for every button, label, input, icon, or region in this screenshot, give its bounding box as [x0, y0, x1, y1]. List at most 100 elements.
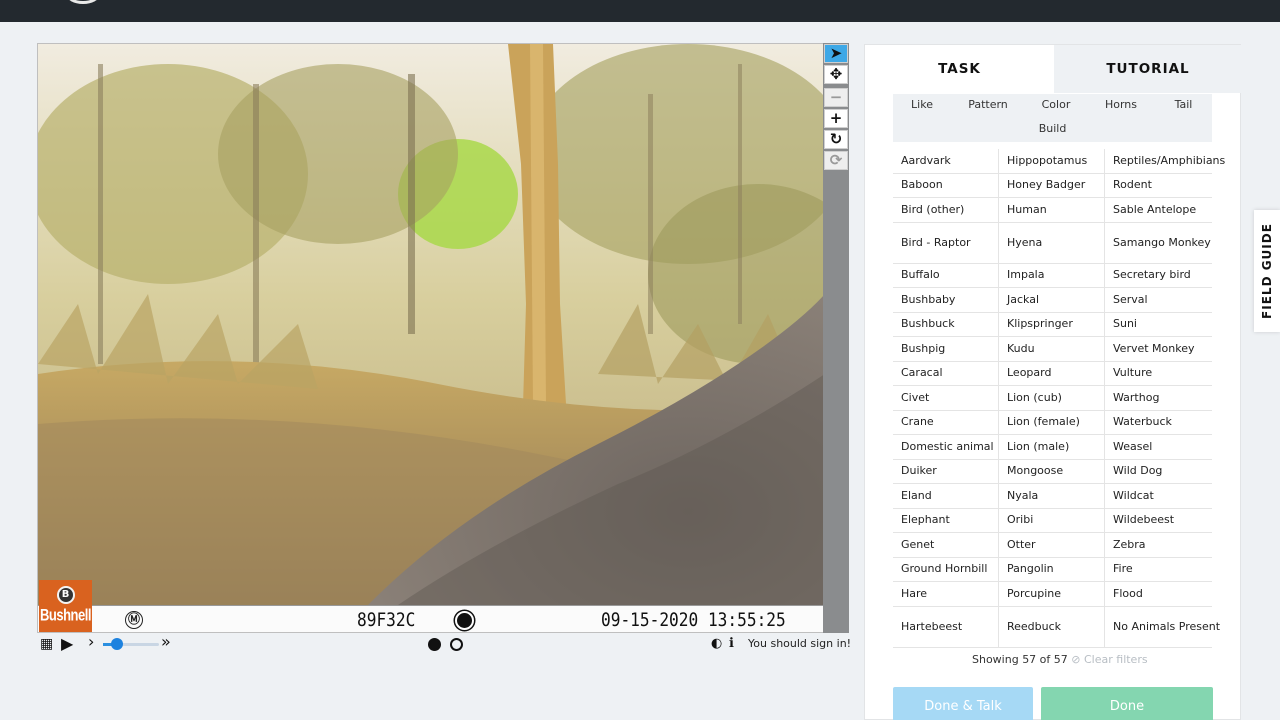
slow-speed-icon[interactable]: ›: [88, 634, 94, 650]
choice-row: Buffalo Impala Secretary bird: [893, 263, 1212, 288]
filter-build[interactable]: Build: [893, 118, 1212, 142]
pointer-icon: ➤: [829, 44, 843, 62]
species-choice[interactable]: Nyala: [999, 484, 1105, 508]
done-button[interactable]: Done: [1041, 687, 1213, 720]
fast-speed-icon[interactable]: »: [161, 634, 171, 650]
rotate-button[interactable]: ↻: [824, 130, 848, 149]
species-choice[interactable]: Bushpig: [893, 337, 999, 361]
camera-brand-logo: B Bushnell: [39, 580, 92, 632]
species-choice[interactable]: Aardvark: [893, 149, 999, 173]
camera-trap-photo: [38, 44, 823, 605]
camera-id: 89F32C: [357, 609, 416, 631]
species-choice[interactable]: Rodent: [1105, 174, 1225, 198]
camera-timestamp: 09-15-2020 13:55:25: [601, 609, 786, 631]
pointer-tool-button[interactable]: ➤: [824, 44, 848, 63]
species-choice[interactable]: Human: [999, 198, 1105, 222]
species-choice[interactable]: Sable Antelope: [1105, 198, 1225, 222]
species-choice[interactable]: Samango Monkey: [1105, 223, 1225, 263]
playback-controls: ▦ ▶ › » ◐ ℹ You should sign in!: [37, 633, 852, 655]
species-choice[interactable]: Leopard: [999, 361, 1105, 385]
reset-icon: ⟳: [829, 151, 843, 169]
species-choice[interactable]: Elephant: [893, 508, 999, 532]
species-choice[interactable]: Baboon: [893, 173, 999, 197]
species-choice[interactable]: Domestic animal: [893, 435, 999, 459]
species-choice[interactable]: Waterbuck: [1105, 411, 1225, 435]
info-icon[interactable]: ℹ: [729, 636, 734, 652]
species-choice[interactable]: Fire: [1105, 558, 1225, 582]
species-choice[interactable]: Hippopotamus: [999, 149, 1105, 173]
move-icon: ✥: [829, 65, 843, 83]
species-choice[interactable]: Wildebeest: [1105, 509, 1225, 533]
speed-slider-handle[interactable]: [111, 638, 123, 650]
species-choice[interactable]: Duiker: [893, 459, 999, 483]
reset-button[interactable]: ⟳: [824, 151, 848, 170]
species-choice[interactable]: Serval: [1105, 288, 1225, 312]
species-choice[interactable]: Jackal: [999, 288, 1105, 312]
species-choice[interactable]: Hyena: [999, 222, 1105, 263]
species-choice[interactable]: Klipspringer: [999, 312, 1105, 336]
species-choice[interactable]: Buffalo: [893, 263, 999, 287]
site-logo[interactable]: [66, 0, 100, 4]
choice-row: Bushpig Kudu Vervet Monkey: [893, 337, 1212, 362]
species-choice[interactable]: Lion (female): [999, 410, 1105, 434]
species-choice[interactable]: Bushbuck: [893, 312, 999, 336]
choice-row: Bushbuck Klipspringer Suni: [893, 312, 1212, 337]
species-choice[interactable]: Lion (male): [999, 435, 1105, 459]
play-icon[interactable]: ▶: [61, 636, 73, 652]
species-choice[interactable]: Hartebeest: [893, 606, 999, 647]
species-choice[interactable]: No Animals Present: [1105, 607, 1225, 647]
species-choice[interactable]: Hare: [893, 582, 999, 606]
filter-color[interactable]: Color: [1025, 94, 1087, 118]
species-choice[interactable]: Weasel: [1105, 435, 1225, 459]
clear-filters-link[interactable]: ⊘ Clear filters: [1071, 653, 1147, 666]
move-tool-button[interactable]: ✥: [824, 65, 848, 84]
filter-like[interactable]: Like: [893, 94, 951, 118]
species-choice[interactable]: Oribi: [999, 508, 1105, 532]
species-choice[interactable]: Lion (cub): [999, 386, 1105, 410]
species-choice[interactable]: Genet: [893, 533, 999, 557]
species-choice[interactable]: Kudu: [999, 337, 1105, 361]
species-choice[interactable]: Civet: [893, 386, 999, 410]
species-choice[interactable]: Zebra: [1105, 533, 1225, 557]
species-choice[interactable]: Secretary bird: [1105, 264, 1225, 288]
species-choice[interactable]: Warthog: [1105, 386, 1225, 410]
species-choice[interactable]: Wild Dog: [1105, 460, 1225, 484]
choice-row: Caracal Leopard Vulture: [893, 361, 1212, 386]
species-choice[interactable]: Crane: [893, 410, 999, 434]
contrast-icon[interactable]: ◐: [711, 636, 722, 652]
species-choice[interactable]: Suni: [1105, 313, 1225, 337]
filter-pattern[interactable]: Pattern: [951, 94, 1025, 118]
species-choice[interactable]: Honey Badger: [999, 173, 1105, 197]
field-guide-tab[interactable]: FIELD GUIDE: [1254, 210, 1280, 332]
done-and-talk-button[interactable]: Done & Talk: [893, 687, 1033, 720]
species-choice[interactable]: Ground Hornbill: [893, 557, 999, 581]
species-choice[interactable]: Pangolin: [999, 557, 1105, 581]
frame-dot-1[interactable]: [428, 638, 441, 651]
species-choice[interactable]: Reedbuck: [999, 606, 1105, 647]
species-choice[interactable]: Porcupine: [999, 582, 1105, 606]
frame-dot-2[interactable]: [450, 638, 463, 651]
filter-horns[interactable]: Horns: [1087, 94, 1155, 118]
zoom-in-button[interactable]: +: [824, 109, 848, 128]
subject-viewer[interactable]: B Bushnell Ⓜ 89F32C 09-15-2020 13:55:25: [37, 43, 824, 633]
filter-tail[interactable]: Tail: [1155, 94, 1212, 118]
sign-in-notice[interactable]: You should sign in!: [748, 637, 851, 650]
species-choice[interactable]: Eland: [893, 484, 999, 508]
species-choice[interactable]: Bird - Raptor: [893, 222, 999, 263]
species-choice[interactable]: Impala: [999, 263, 1105, 287]
species-choice[interactable]: Mongoose: [999, 459, 1105, 483]
species-choice[interactable]: Bird (other): [893, 198, 999, 222]
tab-task[interactable]: TASK: [865, 45, 1054, 93]
species-choice[interactable]: Otter: [999, 533, 1105, 557]
species-choice[interactable]: Wildcat: [1105, 484, 1225, 508]
species-choice[interactable]: Caracal: [893, 361, 999, 385]
choice-row: Elephant Oribi Wildebeest: [893, 508, 1212, 533]
species-choice[interactable]: Flood: [1105, 582, 1225, 606]
species-choice[interactable]: Bushbaby: [893, 288, 999, 312]
grid-view-icon[interactable]: ▦: [40, 636, 53, 652]
species-choice[interactable]: Vulture: [1105, 362, 1225, 386]
species-choice[interactable]: Reptiles/Amphibians: [1105, 149, 1225, 173]
zoom-out-button[interactable]: −: [824, 88, 848, 107]
species-choice[interactable]: Vervet Monkey: [1105, 337, 1225, 361]
tab-tutorial[interactable]: TUTORIAL: [1054, 45, 1242, 93]
